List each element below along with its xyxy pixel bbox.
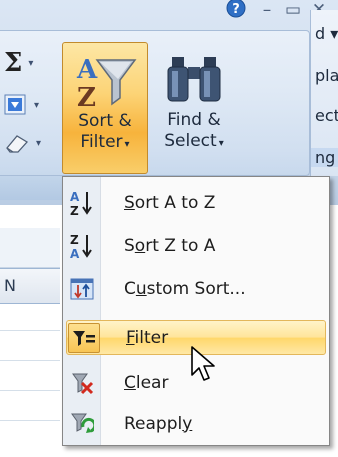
svg-text:Z: Z [70, 233, 79, 247]
right-strip-line-1: d ▾ [315, 24, 338, 43]
find-select-label-1: Find & [167, 110, 221, 130]
sort-filter-button[interactable]: A Z Sort & Filter ▾ [62, 42, 148, 174]
chevron-down-icon: ▾ [218, 138, 224, 149]
clear-button[interactable]: ▾ [4, 128, 41, 158]
menu-item-label: Sort Z to A [124, 235, 216, 256]
column-header[interactable]: N [0, 268, 60, 304]
menu-item-reapply[interactable]: Reapply [66, 406, 326, 441]
title-bar: ? – ▭ ✕ [0, 0, 338, 30]
eraser-icon [6, 135, 29, 153]
reapply-icon [66, 409, 98, 439]
ribbon: ? – ▭ ✕ Σ ▾ ▾ ▾ [0, 0, 338, 205]
chevron-down-icon: ▾ [124, 139, 130, 150]
menu-item-label: Filter [126, 327, 169, 348]
menu-item-sort-z-to-a[interactable]: Z A Sort Z to A [66, 228, 326, 263]
sort-z-to-a-icon: Z A [66, 231, 98, 261]
menu-item-label: Custom Sort... [124, 278, 246, 299]
sort-filter-icon: A Z [73, 51, 137, 111]
help-button[interactable]: ? [222, 0, 250, 20]
svg-text:Z: Z [77, 83, 96, 110]
chevron-down-icon: ▾ [34, 99, 40, 111]
svg-text:A: A [76, 55, 98, 85]
menu-item-sort-a-to-z[interactable]: A Z Sort A to Z [66, 185, 326, 220]
svg-text:A: A [70, 190, 80, 204]
menu-item-custom-sort[interactable]: Custom Sort... [66, 271, 326, 306]
chevron-down-icon: ▾ [36, 137, 42, 149]
svg-text:Z: Z [70, 204, 79, 217]
menu-item-label: Sort A to Z [124, 192, 216, 213]
sort-a-to-z-icon: A Z [66, 188, 98, 218]
fill-down-icon [4, 94, 26, 115]
sort-filter-menu: A Z Sort A to Z Z A Sort Z to A Custom S… [62, 176, 330, 446]
minimize-button[interactable]: – [254, 0, 280, 20]
svg-text:?: ? [232, 2, 240, 17]
right-strip-line-3: ect [315, 106, 338, 125]
filter-icon [68, 322, 100, 353]
svg-text:A: A [70, 247, 80, 260]
autosum-button[interactable]: Σ ▾ [4, 48, 33, 78]
fill-button[interactable]: ▾ [4, 90, 39, 120]
formula-bar-area [0, 228, 60, 268]
sort-filter-label-1: Sort & [78, 111, 132, 131]
chevron-down-icon: ▾ [28, 57, 34, 69]
restore-button[interactable]: ▭ [280, 0, 306, 20]
minimize-icon: – [262, 0, 272, 20]
help-icon: ? [226, 0, 246, 18]
restore-icon: ▭ [284, 0, 302, 20]
find-select-button[interactable]: Find & Select ▾ [150, 42, 238, 174]
gridline [0, 360, 60, 361]
right-strip-line-2: plac [315, 66, 338, 85]
right-strip-line-4: ng [311, 148, 338, 167]
clear-filter-icon [66, 368, 98, 398]
gridline [0, 390, 60, 391]
sort-filter-label-2: Filter ▾ [80, 132, 130, 152]
gridline [0, 420, 60, 421]
gridline [0, 330, 60, 331]
find-select-label-2: Select ▾ [164, 131, 224, 151]
mouse-cursor-icon [191, 346, 215, 381]
binoculars-icon [164, 50, 224, 110]
right-ribbon-strip: d ▾ plac ect ng [310, 10, 338, 176]
sigma-icon: Σ [4, 48, 23, 78]
menu-item-label: Clear [124, 372, 169, 393]
menu-item-label: Reapply [124, 413, 193, 434]
custom-sort-icon [66, 274, 98, 304]
